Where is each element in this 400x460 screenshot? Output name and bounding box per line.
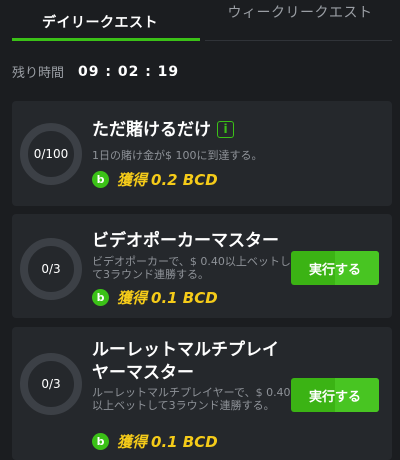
quest-description: 1日の賭け金が$ 100に到達する。 xyxy=(92,149,263,162)
quest-description: ルーレットマルチプレイヤーで、$ 0.40以上ベットして3ラウンド連勝する。 xyxy=(92,386,291,412)
reward-text: 獲得 0.1 BCD xyxy=(117,431,218,452)
progress-ring: 0/100 xyxy=(20,123,82,185)
quest-title: ルーレットマルチプレイヤーマスター xyxy=(92,340,279,383)
remaining-time-value: 09 : 02 : 19 xyxy=(78,63,180,80)
tab-weekly-label: ウィークリークエスト xyxy=(227,5,373,21)
reward-amount: 0.1 BCD xyxy=(151,289,218,307)
reward-label: 獲得 xyxy=(117,433,148,451)
quest-description: ビデオポーカーで、$ 0.40以上ベットして3ラウンド連勝する。 xyxy=(92,255,291,281)
execute-button-label: 実行する xyxy=(308,262,361,278)
remaining-time-label: 残り時間 xyxy=(12,66,65,81)
progress-ring: 0/3 xyxy=(20,353,82,415)
progress-count: 0/100 xyxy=(33,147,69,161)
info-icon[interactable]: i xyxy=(217,121,234,138)
quest-card: 0/100 ただ賭けるだけ i 1日の賭け金が$ 100に到達する。 b 獲得 0.… xyxy=(12,101,392,206)
execute-button-label: 実行する xyxy=(308,389,361,405)
tabs-divider xyxy=(205,40,392,41)
reward-label: 獲得 xyxy=(117,171,148,189)
reward-amount: 0.1 BCD xyxy=(151,433,218,451)
execute-button[interactable]: 実行する xyxy=(291,378,379,412)
reward-text: 獲得 0.1 BCD xyxy=(117,287,218,308)
bcd-coin-icon: b xyxy=(92,289,109,306)
bcd-coin-icon: b xyxy=(92,433,109,450)
tab-daily-quest[interactable]: デイリークエスト xyxy=(0,0,200,42)
reward-label: 獲得 xyxy=(117,289,148,307)
execute-button[interactable]: 実行する xyxy=(291,251,379,285)
quest-card: 0/3 ルーレットマルチプレイヤーマスター ルーレットマルチプレイヤーで、$ 0… xyxy=(12,327,392,460)
remaining-time: 残り時間 09 : 02 : 19 xyxy=(12,62,180,82)
reward-amount: 0.2 BCD xyxy=(151,171,218,189)
quest-card: 0/3 ビデオポーカーマスター ビデオポーカーで、$ 0.40以上ベットして3ラ… xyxy=(12,214,392,318)
reward-text: 獲得 0.2 BCD xyxy=(117,169,218,190)
active-tab-indicator xyxy=(12,38,200,41)
quest-title-text: ただ賭けるだけ xyxy=(92,120,211,140)
quest-reward: b 獲得 0.2 BCD xyxy=(92,169,218,190)
tab-daily-label: デイリークエスト xyxy=(42,15,158,31)
quest-title: ビデオポーカーマスター xyxy=(92,231,279,251)
quest-tabs: デイリークエスト ウィークリークエスト xyxy=(0,0,400,42)
progress-ring: 0/3 xyxy=(20,238,82,300)
progress-count: 0/3 xyxy=(41,377,61,391)
quest-title: ただ賭けるだけ i xyxy=(92,119,234,142)
quest-reward: b 獲得 0.1 BCD xyxy=(92,431,218,452)
bcd-coin-icon: b xyxy=(92,171,109,188)
quest-reward: b 獲得 0.1 BCD xyxy=(92,287,218,308)
tab-weekly-quest[interactable]: ウィークリークエスト xyxy=(200,0,400,42)
progress-count: 0/3 xyxy=(41,262,61,276)
